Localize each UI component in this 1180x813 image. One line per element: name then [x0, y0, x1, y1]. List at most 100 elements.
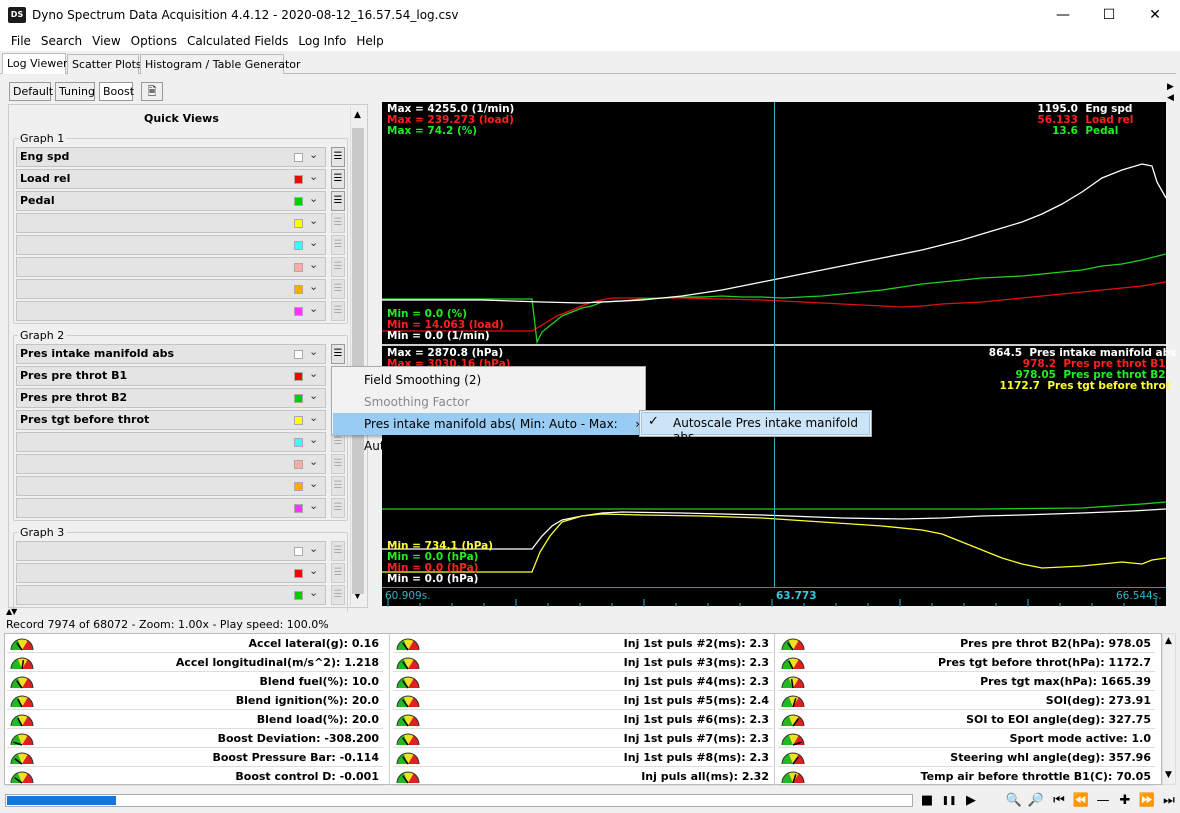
field-options-icon[interactable]: ☰ [331, 213, 345, 233]
chevron-down-icon[interactable]: ⌄ [309, 389, 318, 402]
chevron-down-icon[interactable]: ⌄ [309, 258, 318, 271]
field-options-icon[interactable]: ☰ [331, 257, 345, 277]
menu-field-smoothing[interactable]: Field Smoothing (2) [333, 369, 644, 391]
gauge-row[interactable]: SOI(deg): 273.91 [778, 691, 1155, 710]
field-options-icon[interactable]: ☰ [331, 344, 345, 364]
quick-view-row[interactable]: ⌄ [16, 257, 326, 277]
panel-expand-icon[interactable]: ▶ [1167, 82, 1174, 92]
gauge-row[interactable]: Blend load(%): 20.0 [7, 710, 383, 729]
gauge-row[interactable]: Boost control D: -0.001 [7, 767, 383, 786]
time-cursor[interactable] [774, 102, 775, 606]
gauge-row[interactable]: Pres pre throt B2(hPa): 978.05 [778, 634, 1155, 653]
chevron-down-icon[interactable]: ⌄ [309, 586, 318, 599]
quick-view-row[interactable]: ⌄ [16, 541, 326, 561]
gauge-row[interactable]: Steering whl angle(deg): 357.96 [778, 748, 1155, 767]
quick-view-row[interactable]: ⌄ [16, 432, 326, 452]
color-swatch[interactable] [294, 547, 303, 556]
gauge-row[interactable]: Inj puls all(ms): 2.32 [393, 767, 773, 786]
quick-view-row[interactable]: ⌄ [16, 213, 326, 233]
chevron-down-icon[interactable]: ⌄ [309, 542, 318, 555]
quick-view-row[interactable]: Pedal ⌄ [16, 191, 326, 211]
menu-options[interactable]: Options [126, 31, 182, 51]
chevron-down-icon[interactable]: ⌄ [309, 433, 318, 446]
maximize-button[interactable]: ☐ [1086, 0, 1132, 31]
fast-forward-icon[interactable]: ⏩ [1138, 791, 1156, 811]
stop-icon[interactable]: ■ [918, 791, 936, 811]
field-options-icon[interactable]: ☰ [331, 432, 345, 452]
quick-view-row[interactable]: ⌄ [16, 454, 326, 474]
chevron-down-icon[interactable]: ⌄ [309, 564, 318, 577]
scroll-up-icon[interactable]: ▲ [1165, 636, 1172, 646]
playback-progress[interactable] [5, 794, 913, 807]
gauge-row[interactable]: Inj 1st puls #2(ms): 2.3 [393, 634, 773, 653]
new-tab-icon[interactable]: 🗎 [141, 82, 163, 101]
field-options-icon[interactable]: ☰ [331, 191, 345, 211]
field-options-icon[interactable]: ☰ [331, 563, 345, 583]
menu-autoscale-parent[interactable]: Pres intake manifold abs( Min: Auto - Ma… [333, 413, 644, 453]
gauge-row[interactable]: Temp air before throttle B1(C): 70.05 [778, 767, 1155, 786]
field-options-icon[interactable]: ☰ [331, 147, 345, 167]
field-options-icon[interactable]: ☰ [331, 235, 345, 255]
minus-icon[interactable]: — [1094, 791, 1112, 811]
quick-view-row[interactable]: Pres intake manifold abs ⌄ [16, 344, 326, 364]
skip-start-icon[interactable]: ⏮ [1050, 791, 1068, 811]
color-swatch[interactable] [294, 569, 303, 578]
gauge-scrollbar[interactable]: ▲ ▼ [1162, 633, 1176, 785]
color-swatch[interactable] [294, 263, 303, 272]
zoom-in-icon[interactable]: 🔎 [1027, 791, 1045, 811]
tab-log-viewer[interactable]: Log Viewer [2, 53, 68, 74]
chevron-down-icon[interactable]: ⌄ [309, 345, 318, 358]
rewind-icon[interactable]: ⏪ [1072, 791, 1090, 811]
gauge-row[interactable]: SOI to EOI angle(deg): 327.75 [778, 710, 1155, 729]
chevron-down-icon[interactable]: ⌄ [309, 499, 318, 512]
color-swatch[interactable] [294, 416, 303, 425]
color-swatch[interactable] [294, 153, 303, 162]
plus-icon[interactable]: ✚ [1116, 791, 1134, 811]
menu-search[interactable]: Search [36, 31, 87, 51]
pause-icon[interactable]: ❚❚ [940, 791, 958, 811]
chevron-down-icon[interactable]: ⌄ [309, 214, 318, 227]
field-options-icon[interactable]: ☰ [331, 279, 345, 299]
quick-view-row[interactable]: ⌄ [16, 476, 326, 496]
field-options-icon[interactable]: ☰ [331, 541, 345, 561]
gauge-row[interactable]: Accel lateral(g): 0.16 [7, 634, 383, 653]
menu-file[interactable]: File [6, 31, 36, 51]
gauge-row[interactable]: Boost Pressure Bar: -0.114 [7, 748, 383, 767]
quick-view-row[interactable]: ⌄ [16, 235, 326, 255]
scroll-down-icon[interactable]: ▼ [1165, 770, 1172, 780]
chevron-down-icon[interactable]: ⌄ [309, 192, 318, 205]
chevron-down-icon[interactable]: ⌄ [309, 302, 318, 315]
chevron-down-icon[interactable]: ⌄ [309, 367, 318, 380]
color-swatch[interactable] [294, 504, 303, 513]
gauge-row[interactable]: Inj 1st puls #5(ms): 2.4 [393, 691, 773, 710]
tab-scatter-plots[interactable]: Scatter Plots [67, 54, 142, 74]
quick-view-row[interactable]: Pres tgt before throt ⌄ [16, 410, 326, 430]
quick-view-row[interactable]: ⌄ [16, 498, 326, 518]
gauge-row[interactable]: Boost Deviation: -308.200 [7, 729, 383, 748]
subtab-boost[interactable]: Boost [99, 82, 134, 101]
gauge-row[interactable]: Blend ignition(%): 20.0 [7, 691, 383, 710]
subtab-default[interactable]: Default [9, 82, 53, 101]
splitter-arrows-icon[interactable]: ▲▼ [6, 607, 17, 616]
color-swatch[interactable] [294, 241, 303, 250]
color-swatch[interactable] [294, 438, 303, 447]
chevron-down-icon[interactable]: ⌄ [309, 236, 318, 249]
menu-help[interactable]: Help [351, 31, 388, 51]
field-options-icon[interactable]: ☰ [331, 454, 345, 474]
gauge-row[interactable]: Pres tgt max(hPa): 1665.39 [778, 672, 1155, 691]
gauge-row[interactable]: Sport mode active: 1.0 [778, 729, 1155, 748]
color-swatch[interactable] [294, 394, 303, 403]
color-swatch[interactable] [294, 482, 303, 491]
menu-view[interactable]: View [87, 31, 125, 51]
color-swatch[interactable] [294, 460, 303, 469]
chevron-down-icon[interactable]: ⌄ [309, 411, 318, 424]
quick-view-row[interactable]: Load rel ⌄ [16, 169, 326, 189]
gauge-row[interactable]: Inj 1st puls #4(ms): 2.3 [393, 672, 773, 691]
menu-log-info[interactable]: Log Info [293, 31, 351, 51]
gauge-row[interactable]: Inj 1st puls #6(ms): 2.3 [393, 710, 773, 729]
gauge-row[interactable]: Inj 1st puls #3(ms): 2.3 [393, 653, 773, 672]
quick-view-row[interactable]: Eng spd ⌄ [16, 147, 326, 167]
quick-view-row[interactable]: ⌄ [16, 563, 326, 583]
chevron-down-icon[interactable]: ⌄ [309, 148, 318, 161]
color-swatch[interactable] [294, 285, 303, 294]
